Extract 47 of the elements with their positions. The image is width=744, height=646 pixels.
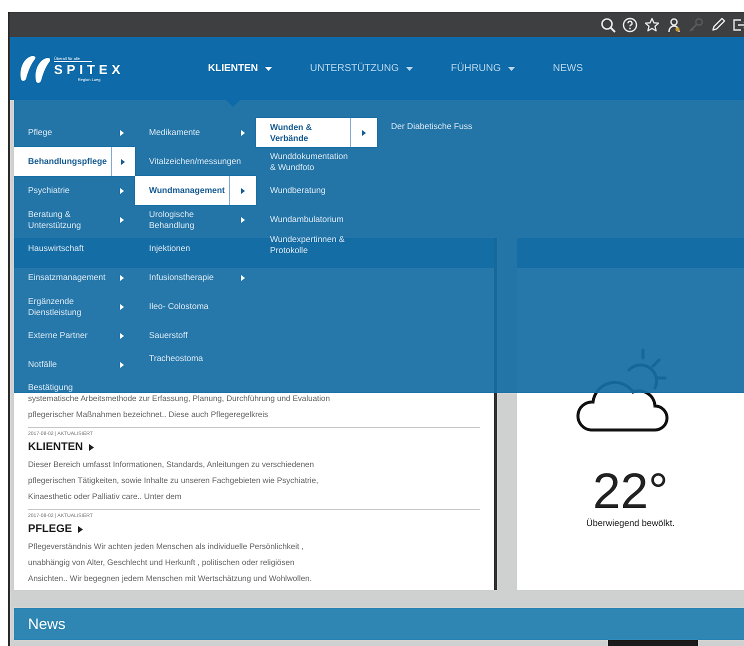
menu-item[interactable]: Wundmanagement (135, 176, 256, 205)
menu-item[interactable]: Bestätigung (14, 379, 135, 395)
logout-icon[interactable] (732, 16, 744, 32)
logo-wordmark: SPITEX (54, 62, 124, 76)
help-icon[interactable] (622, 16, 638, 32)
menu-item[interactable]: Wundambulatorium (256, 205, 377, 234)
menu-item[interactable]: Behandlungspflege (14, 147, 135, 176)
caret-icon (89, 444, 94, 450)
search-icon[interactable] (600, 16, 616, 32)
nav-link[interactable]: KLIENTEN (208, 63, 272, 74)
star-icon[interactable] (644, 16, 660, 32)
menu-item[interactable]: Tracheostoma (135, 350, 256, 366)
nav-link[interactable]: NEWS (552, 63, 583, 74)
article-excerpt: Dieser Bereich umfasst Informationen, Standards, Anleitungen zu verschiedenen pflegerischen Tätigkeiten, sowie Inhalte zu unseren Fachgebieten wie Psychiatrie, Kinaesthetic oder Palliativ care.. Unter dem (28, 459, 320, 503)
menu-item[interactable]: Wunden & Verbände (256, 118, 377, 147)
article-excerpt: Pflegeverständnis Wir achten jeden Menschen als individuelle Persönlichkeit , unabhängig von Alter, Geschlecht und Herkunft , politischen oder religiösen Ansichten.. Wir begegnen jedem Menschen mit Wertschätzung und Wohlwollen. (28, 541, 313, 585)
menu-item[interactable]: Injektionen (135, 234, 256, 263)
menu-item[interactable]: Der Diabetische Fuss (377, 118, 502, 134)
swoosh-logo-icon (18, 54, 50, 84)
menu-item[interactable]: Beratung & Unterstützung (14, 205, 135, 234)
article-title-link[interactable]: PFLEGE (28, 523, 480, 535)
menu-item[interactable]: Externe Partner (14, 321, 135, 350)
menu-item[interactable]: Psychiatrie (14, 176, 135, 205)
menu-item[interactable]: Pflege (14, 118, 135, 147)
menu-item[interactable]: Hauswirtschaft (14, 234, 135, 263)
menu-item[interactable]: Vitalzeichen/messungen (135, 147, 256, 176)
menu-item[interactable]: Notfälle (14, 350, 135, 379)
menu-item[interactable]: Ileo- Colostoma (135, 292, 256, 321)
menu-item[interactable]: Wundberatung (256, 176, 377, 205)
user-icon[interactable] (666, 16, 682, 32)
pencil-icon[interactable] (710, 16, 726, 32)
nav-link[interactable]: UNTERSTÜTZUNG (310, 63, 413, 74)
menu-item[interactable]: Urologische Behandlung (135, 205, 256, 234)
temperature: 22° (592, 464, 668, 518)
caret-icon (78, 526, 84, 532)
weather-description: Überwiegend bewölkt. (586, 518, 675, 528)
menu-item[interactable]: Wundexpertinnen & Protokolle (256, 234, 377, 256)
section-title: News (28, 616, 66, 632)
menu-item[interactable]: Infusionstherapie (135, 263, 256, 292)
menu-item[interactable]: Wunddokumentation & Wundfoto (256, 147, 377, 176)
menu-item[interactable]: Einsatzmanagement (14, 263, 135, 292)
article-title-link[interactable]: KLIENTEN (28, 441, 480, 453)
nav-link[interactable]: FÜHRUNG (450, 63, 515, 74)
article-excerpt: systematische Arbeitsmethode zur Erfassung, Planung, Durchführung und Evaluation pflegerischer Maßnahmen bezeichnet.. Diese auch Pflegeregelkreis (28, 393, 331, 421)
menu-item[interactable]: Medikamente (135, 118, 256, 147)
menu-item[interactable]: Ergänzende Dienstleistung (14, 292, 135, 321)
menu-item[interactable]: Sauerstoff (135, 321, 256, 350)
